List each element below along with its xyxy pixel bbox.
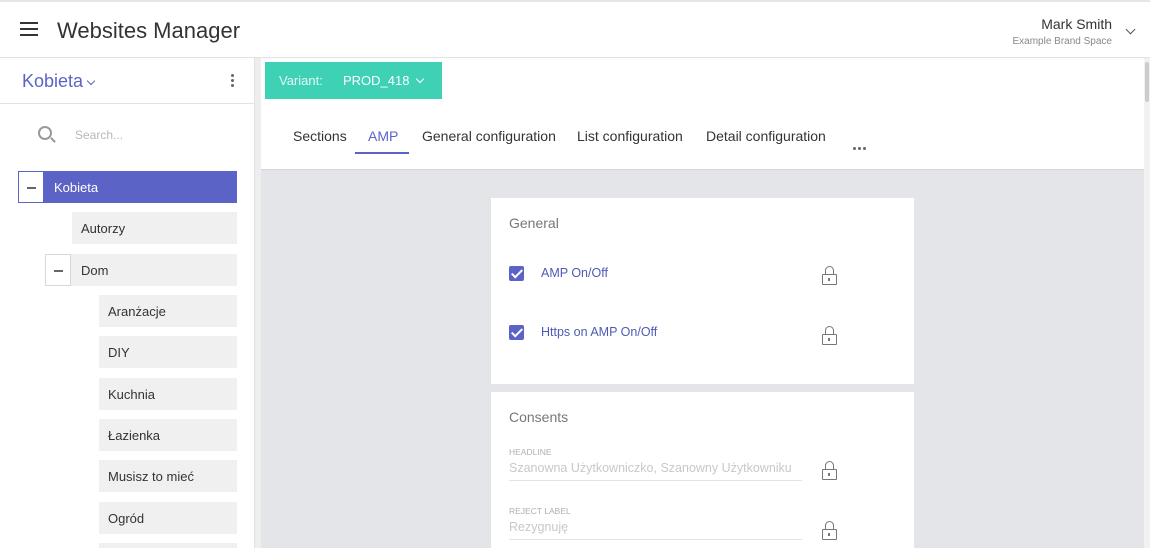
tree-item-label: Kobieta [54,180,99,195]
tree-item-label: Łazienka [108,428,161,443]
scrollbar-thumb[interactable] [1145,62,1149,102]
user-space: Example Brand Space [1012,36,1112,47]
tab-sections[interactable]: Sections [293,128,347,144]
search-input[interactable] [75,126,235,144]
tree-item-ogrod[interactable]: Ogród [99,502,237,534]
tree-item-label: DIY [108,345,130,360]
variant-selector-button[interactable]: Variant: PROD_418 [265,62,442,99]
tree-item-label: Autorzy [81,221,126,236]
reject-label-input[interactable]: Rezygnuję [509,520,802,540]
tab-detail-configuration[interactable]: Detail configuration [706,128,826,144]
variant-value: PROD_418 [343,73,410,88]
tree-item-kuchnia[interactable]: Kuchnia [99,378,237,410]
tree-item-label: Aranżacje [108,304,166,319]
collapse-toggle-kobieta[interactable] [18,171,44,203]
chevron-down-icon[interactable] [1125,24,1136,35]
tree-item-label: Ogród [108,511,145,526]
tab-amp[interactable]: AMP [368,128,398,144]
tab-general-configuration[interactable]: General configuration [422,128,556,144]
lock-icon[interactable] [822,461,837,481]
checkbox-label: Https on AMP On/Off [541,325,658,339]
consents-card: Consents HEADLINE Szanowna Użytkowniczko… [491,392,914,548]
space-selector[interactable]: Kobieta [22,71,83,92]
main-content: Variant: PROD_418 Sections AMP General c… [261,58,1144,548]
tree-item-partial[interactable] [99,543,237,548]
sidebar: Kobieta Kobieta Autorzy Dom Aranżacje DI… [0,58,255,548]
sidebar-header: Kobieta [0,58,255,104]
lock-icon[interactable] [822,266,837,286]
headline-input[interactable]: Szanowna Użytkowniczko, Szanowny Użytkow… [509,461,802,481]
variant-label: Variant: [279,73,323,88]
user-name[interactable]: Mark Smith [1041,16,1112,32]
tree-item-dom[interactable]: Dom [71,254,237,286]
more-horizontal-icon[interactable] [853,137,869,150]
lock-icon[interactable] [822,521,837,541]
chevron-down-icon[interactable] [86,76,96,86]
tree-item-label: Dom [81,263,109,278]
lock-icon[interactable] [822,326,837,346]
field-label: HEADLINE [509,447,552,457]
top-bar: Websites Manager Mark Smith Example Bran… [0,0,1150,58]
card-title: General [509,215,559,231]
tab-bar: Variant: PROD_418 Sections AMP General c… [261,58,1144,170]
general-card: General AMP On/Off Https on AMP On/Off [491,198,914,384]
active-tab-indicator [355,152,409,154]
hamburger-menu-icon[interactable] [20,22,38,36]
amp-onoff-checkbox[interactable] [509,266,524,281]
tree-item-autorzy[interactable]: Autorzy [72,212,237,244]
chevron-down-icon [415,74,425,84]
tree-item-aranzacje[interactable]: Aranżacje [99,295,237,327]
app-title: Websites Manager [57,18,241,43]
tree-item-label: Kuchnia [108,387,155,402]
tree-item-diy[interactable]: DIY [99,336,237,368]
collapse-toggle-dom[interactable] [45,254,71,286]
tree-item-musisz-to-miec[interactable]: Musisz to mieć [99,460,237,492]
tree-item-kobieta[interactable]: Kobieta [44,171,237,203]
card-title: Consents [509,409,569,425]
field-label: REJECT LABEL [509,506,571,516]
search-icon [38,126,52,140]
tree-item-lazienka[interactable]: Łazienka [99,419,237,451]
main-scrollbar[interactable] [1144,58,1150,548]
tree-item-label: Musisz to mieć [108,469,194,484]
tab-list-configuration[interactable]: List configuration [577,128,683,144]
checkbox-label: AMP On/Off [541,266,608,280]
more-vertical-icon[interactable] [231,74,234,89]
https-amp-checkbox[interactable] [509,325,524,340]
